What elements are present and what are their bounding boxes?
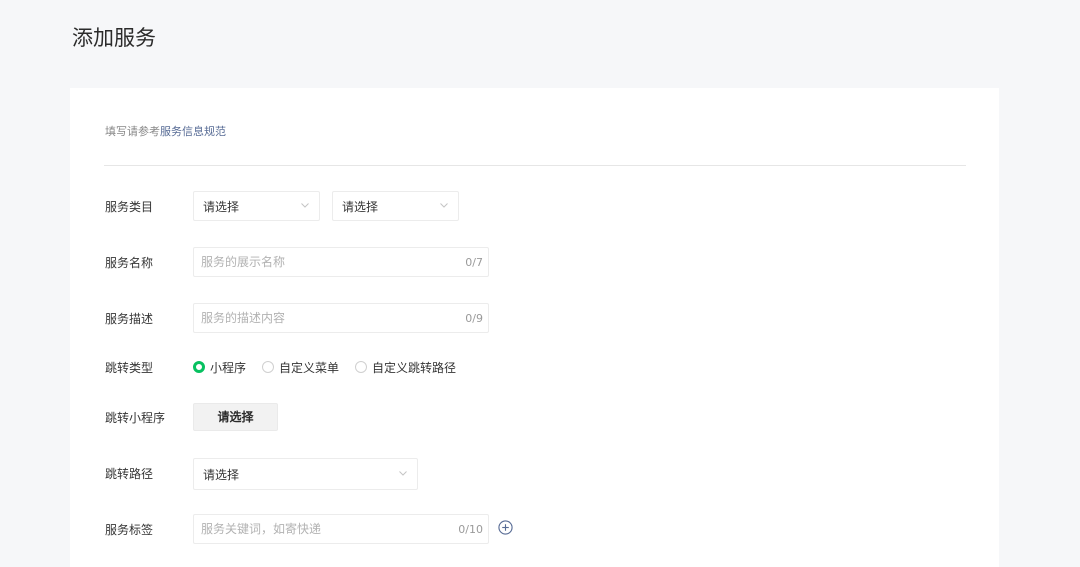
jump-type-label: 跳转类型 [105, 361, 154, 375]
jump-path-label: 跳转路径 [105, 467, 154, 481]
radio-checked-icon [193, 361, 205, 373]
radio-unchecked-icon [262, 361, 274, 373]
service-guidelines-link[interactable]: 服务信息规范 [160, 125, 226, 138]
divider [104, 165, 966, 166]
chevron-down-icon [399, 471, 407, 476]
radio-unchecked-icon [355, 361, 367, 373]
service-description-counter: 0/9 [465, 312, 483, 325]
jump-path-select[interactable]: 请选择 [193, 458, 418, 490]
service-tags-input[interactable]: 服务关键词，如寄快递 0/10 [193, 514, 489, 544]
service-tags-counter: 0/10 [458, 523, 483, 536]
service-name-counter: 0/7 [465, 256, 483, 269]
category-primary-select[interactable]: 请选择 [193, 191, 320, 221]
radio-custom-path-label: 自定义跳转路径 [372, 361, 457, 375]
service-description-label: 服务描述 [105, 312, 154, 326]
page-title: 添加服务 [72, 26, 156, 50]
service-category-label: 服务类目 [105, 200, 154, 214]
radio-custom-menu-label: 自定义菜单 [279, 361, 340, 375]
plus-circle-icon[interactable] [498, 520, 513, 535]
category-secondary-select[interactable]: 请选择 [332, 191, 459, 221]
jump-path-value: 请选择 [203, 468, 240, 482]
form-card: 填写请参考服务信息规范 服务类目 请选择 请选择 服务名称 服务的展示名称 0/… [70, 88, 999, 567]
service-name-label: 服务名称 [105, 256, 154, 270]
jump-mini-program-label: 跳转小程序 [105, 411, 166, 425]
service-description-placeholder: 服务的描述内容 [201, 311, 286, 325]
chevron-down-icon [301, 203, 309, 208]
service-name-placeholder: 服务的展示名称 [201, 255, 286, 269]
notice-prefix: 填写请参考 [105, 125, 160, 138]
category-primary-value: 请选择 [203, 200, 240, 214]
service-name-input[interactable]: 服务的展示名称 0/7 [193, 247, 489, 277]
service-description-input[interactable]: 服务的描述内容 0/9 [193, 303, 489, 333]
radio-mini-program-label: 小程序 [210, 361, 247, 375]
service-tags-label: 服务标签 [105, 523, 154, 537]
select-mini-program-button[interactable]: 请选择 [193, 403, 278, 431]
notice-text: 填写请参考服务信息规范 [105, 123, 226, 139]
service-tags-placeholder: 服务关键词，如寄快递 [201, 522, 322, 536]
chevron-down-icon [440, 203, 448, 208]
category-secondary-value: 请选择 [342, 200, 379, 214]
